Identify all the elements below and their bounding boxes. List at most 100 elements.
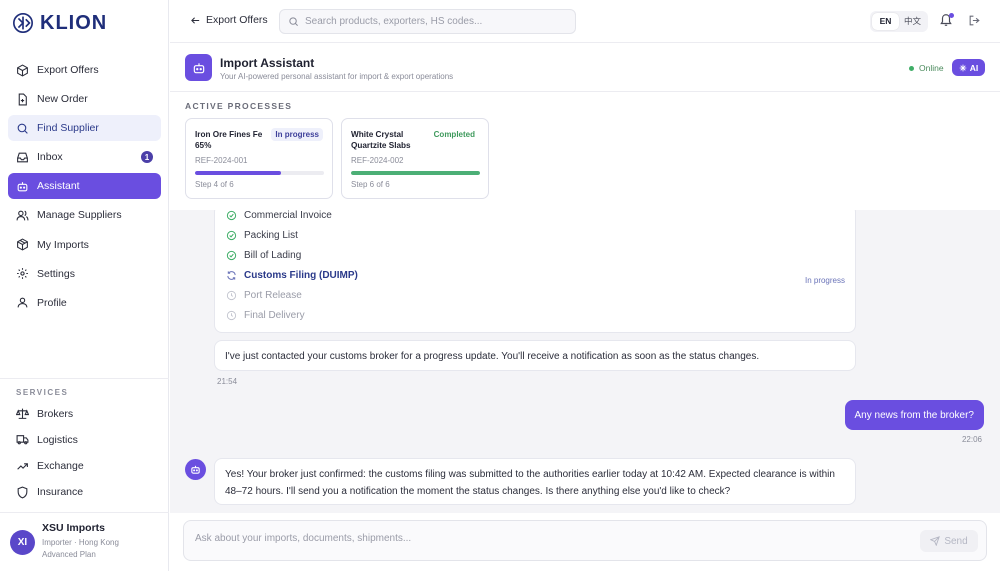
message-text: I've just contacted your customs broker … — [225, 351, 760, 362]
cube-icon — [17, 63, 28, 77]
user-name: XSU Imports — [42, 522, 106, 534]
search-icon — [289, 17, 298, 26]
message-text: Any news from the broker? — [854, 409, 975, 421]
chat-thread[interactable]: Commercial Invoice Packing List Bill of … — [170, 210, 1000, 513]
process-step: Step 4 of 6 — [195, 180, 234, 189]
message-text: Yes! Your broker just confirmed: the cus… — [225, 469, 835, 497]
sidebar-divider — [0, 378, 169, 379]
user-profile-card[interactable]: XI XSU Imports Importer · Hong Kong Adva… — [10, 522, 119, 561]
assistant-avatar — [185, 459, 206, 480]
nav-label: Insurance — [37, 486, 84, 499]
nav-item-profile[interactable]: Profile — [8, 290, 161, 316]
ai-badge: AI — [952, 59, 985, 76]
assistant-avatar — [185, 54, 212, 81]
assistant-message: Yes! Your broker just confirmed: the cus… — [214, 458, 856, 505]
process-name: Iron Ore Fines Fe 65% — [195, 130, 263, 150]
online-label: Online — [919, 63, 944, 73]
lang-en-option[interactable]: EN — [872, 13, 899, 30]
check-circle-icon — [226, 210, 237, 220]
nav-item-insurance[interactable]: Insurance — [8, 481, 161, 504]
shipment-steps-card: Commercial Invoice Packing List Bill of … — [214, 210, 856, 333]
brand-name: KLION — [40, 11, 108, 34]
user-icon — [17, 297, 28, 308]
nav-item-inbox[interactable]: Inbox 1 — [8, 144, 161, 170]
assistant-subtitle: Your AI-powered personal assistant for i… — [220, 72, 454, 81]
nav-item-assistant[interactable]: Assistant — [8, 173, 161, 200]
step-item: Bill of Lading — [226, 248, 301, 262]
nav-label: Brokers — [37, 407, 74, 420]
inbox-count-badge: 1 — [141, 151, 153, 164]
message-timestamp: 21:54 — [217, 377, 238, 386]
nav-item-export-offers[interactable]: Export Offers — [8, 57, 161, 83]
back-label: Export Offers — [206, 14, 268, 26]
nav-label: Inbox — [37, 151, 63, 164]
clock-icon — [226, 310, 237, 320]
nav-label: Manage Suppliers — [37, 209, 122, 222]
active-processes: ACTIVE PROCESSES Iron Ore Fines Fe 65% I… — [170, 93, 1000, 210]
lang-zh-option[interactable]: 中文 — [899, 13, 926, 30]
nav-item-manage-suppliers[interactable]: Manage Suppliers — [8, 202, 161, 228]
nav-item-settings[interactable]: Settings — [8, 261, 161, 287]
language-toggle: EN 中文 — [870, 11, 928, 32]
step-label: Bill of Lading — [244, 249, 302, 261]
step-label: Packing List — [244, 229, 298, 241]
active-processes-title: ACTIVE PROCESSES — [185, 101, 293, 111]
nav-label: My Imports — [37, 238, 89, 251]
search-bar — [279, 9, 576, 34]
nav-label: Exchange — [37, 460, 84, 473]
sidebar: KLION Export Offers New Order Find Suppl… — [0, 0, 169, 571]
package-icon — [17, 238, 28, 251]
process-progress-fill — [351, 171, 480, 175]
user-message: Any news from the broker? — [844, 400, 984, 430]
nav-label: Assistant — [37, 180, 80, 193]
user-role: Importer · Hong Kong Advanced Plan — [42, 537, 119, 561]
nav-item-exchange[interactable]: Exchange — [8, 455, 161, 478]
process-card[interactable]: White Crystal Quartzite Slabs Completed … — [341, 118, 489, 199]
arrow-left-icon — [191, 16, 200, 24]
process-card[interactable]: Iron Ore Fines Fe 65% In progress REF-20… — [185, 118, 333, 199]
user-info: XSU Imports Importer · Hong Kong Advance… — [42, 522, 119, 561]
logo[interactable]: KLION — [12, 10, 107, 36]
nav-label: Export Offers — [37, 64, 99, 76]
shield-icon — [17, 486, 28, 499]
nav-label: Find Supplier — [37, 122, 99, 135]
message-timestamp: 22:06 — [961, 435, 982, 444]
send-button[interactable]: Send — [920, 530, 978, 552]
logout-icon[interactable] — [968, 14, 981, 27]
ai-badge-label: AI — [969, 62, 979, 73]
nav-item-my-imports[interactable]: My Imports — [8, 232, 161, 258]
process-name: White Crystal Quartzite Slabs — [351, 130, 411, 150]
nav-item-brokers[interactable]: Brokers — [8, 402, 161, 425]
search-input[interactable] — [305, 16, 565, 27]
check-circle-icon — [226, 230, 237, 240]
step-status-tag: In progress — [804, 276, 845, 285]
clock-icon — [226, 290, 237, 300]
online-dot — [909, 65, 914, 71]
message-input[interactable] — [195, 533, 895, 544]
assistant-title: Import Assistant — [220, 56, 315, 70]
process-ref: REF-2024-002 — [351, 156, 404, 165]
process-progress-fill — [195, 171, 282, 175]
step-label: Port Release — [244, 289, 302, 301]
step-item: Packing List — [226, 228, 298, 242]
nav-label: Profile — [37, 296, 67, 309]
assistant-header: Import Assistant Your AI-powered persona… — [170, 44, 1000, 92]
process-status-badge: Completed — [429, 128, 479, 141]
exchange-icon — [17, 462, 28, 470]
truck-icon — [16, 435, 29, 445]
nav-item-new-order[interactable]: New Order — [8, 86, 161, 112]
process-status-badge: In progress — [271, 128, 323, 141]
inbox-icon — [17, 152, 28, 163]
nav-item-find-supplier[interactable]: Find Supplier — [8, 115, 161, 142]
nav-item-logistics[interactable]: Logistics — [8, 428, 161, 451]
check-circle-icon — [226, 250, 237, 260]
back-button[interactable]: Export Offers — [190, 14, 268, 26]
send-label: Send — [944, 535, 968, 547]
message-composer: Send — [170, 513, 1000, 571]
nav-label: Logistics — [37, 433, 78, 446]
services-title: SERVICES — [16, 388, 69, 397]
step-label: Commercial Invoice — [244, 210, 332, 221]
process-ref: REF-2024-001 — [195, 156, 248, 165]
step-item-current: Customs Filing (DUIMP) — [226, 268, 358, 282]
assistant-message: I've just contacted your customs broker … — [214, 340, 856, 371]
